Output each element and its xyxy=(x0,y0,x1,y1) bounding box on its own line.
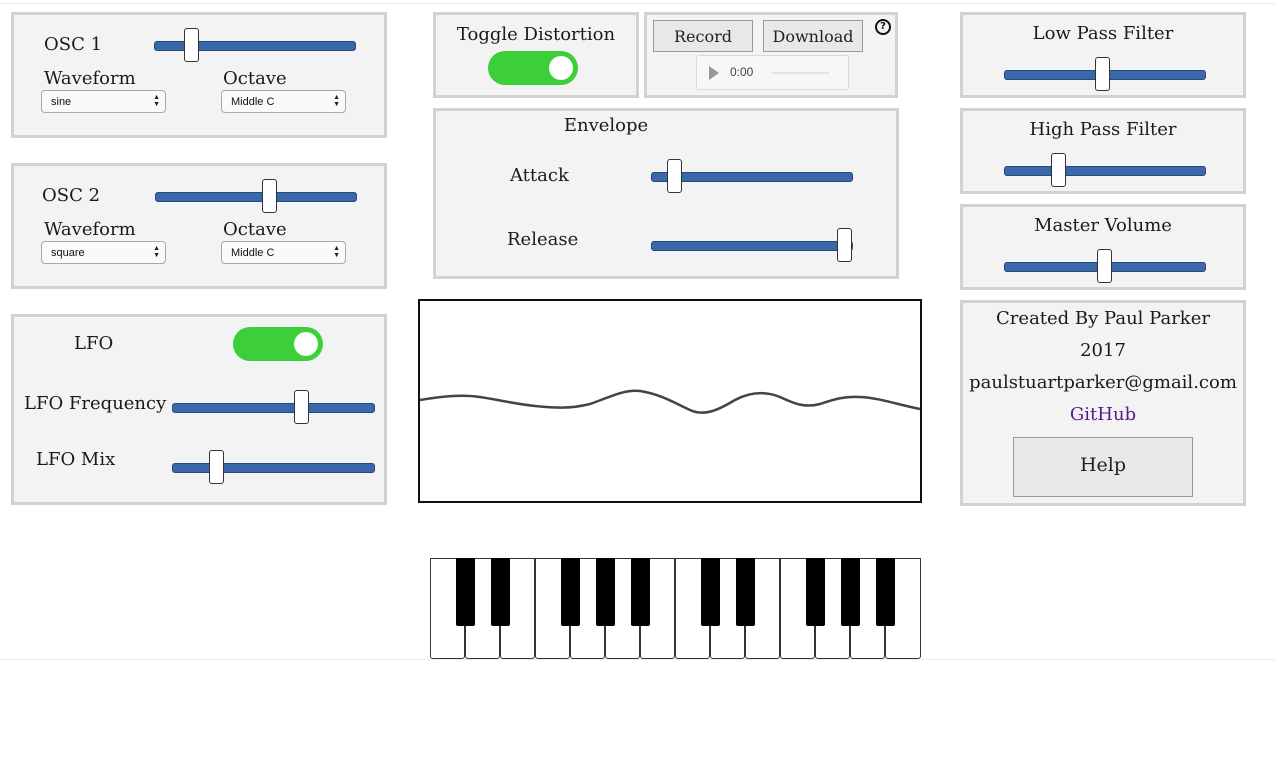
record-button-label: Record xyxy=(674,27,732,46)
select-arrows-icon: ▲ ▼ xyxy=(153,245,160,259)
osc2-slider[interactable] xyxy=(155,179,357,213)
select-arrows-icon: ▲ ▼ xyxy=(333,245,340,259)
osc1-panel: OSC 1 Waveform Octave sine ▲ ▼ Middle C ▲… xyxy=(11,12,387,138)
help-button[interactable]: Help xyxy=(1013,437,1193,497)
piano-black-key[interactable] xyxy=(701,558,720,626)
piano-black-key[interactable] xyxy=(456,558,475,626)
play-icon[interactable] xyxy=(709,66,719,80)
release-slider-track xyxy=(651,241,853,251)
osc2-waveform-select[interactable]: square ▲ ▼ xyxy=(41,241,166,264)
lfo-frequency-thumb[interactable] xyxy=(293,390,309,424)
help-icon-symbol: ? xyxy=(880,21,886,32)
github-link[interactable]: GitHub xyxy=(1070,404,1136,425)
master-volume-slider[interactable] xyxy=(1004,249,1206,283)
osc1-waveform-value: sine xyxy=(51,96,72,108)
osc1-octave-select[interactable]: Middle C ▲ ▼ xyxy=(221,90,346,113)
lfo-mix-slider[interactable] xyxy=(172,450,375,484)
release-label: Release xyxy=(507,229,579,250)
select-arrows-icon: ▲ ▼ xyxy=(333,94,340,108)
lfo-toggle-knob xyxy=(294,332,318,356)
piano-black-key[interactable] xyxy=(806,558,825,626)
lfo-frequency-label: LFO Frequency xyxy=(24,393,167,414)
lfo-mix-label: LFO Mix xyxy=(36,449,116,470)
low-pass-label: Low Pass Filter xyxy=(1032,23,1174,44)
download-button-label: Download xyxy=(772,27,854,46)
waveform-line xyxy=(420,389,920,414)
osc2-waveform-value: square xyxy=(51,247,85,259)
credits-panel: Created By Paul Parker 2017 paulstuartpa… xyxy=(960,300,1246,506)
osc2-waveform-label: Waveform xyxy=(44,219,136,240)
distortion-toggle[interactable] xyxy=(488,51,578,85)
piano-black-key[interactable] xyxy=(631,558,650,626)
piano-black-key[interactable] xyxy=(561,558,580,626)
osc2-slider-thumb[interactable] xyxy=(262,179,278,213)
osc2-title: OSC 2 xyxy=(42,185,101,206)
master-volume-panel: Master Volume xyxy=(960,204,1246,290)
envelope-title: Envelope xyxy=(563,115,649,136)
attack-slider[interactable] xyxy=(651,159,853,193)
lfo-mix-thumb[interactable] xyxy=(208,450,224,484)
piano-black-key[interactable] xyxy=(736,558,755,626)
piano-black-key[interactable] xyxy=(596,558,615,626)
credits-email: paulstuartparker@gmail.com xyxy=(969,372,1237,393)
low-pass-panel: Low Pass Filter xyxy=(960,12,1246,98)
piano-black-key[interactable] xyxy=(491,558,510,626)
question-circle-icon[interactable]: ? xyxy=(875,19,891,35)
osc2-octave-label: Octave xyxy=(223,219,287,240)
low-pass-thumb[interactable] xyxy=(1094,57,1110,91)
envelope-panel: Envelope Attack Release xyxy=(433,108,899,279)
waveform-visualizer xyxy=(418,299,922,503)
audio-player[interactable]: 0:00 xyxy=(696,55,849,90)
piano-keyboard xyxy=(430,558,921,660)
lfo-frequency-slider[interactable] xyxy=(172,390,375,424)
master-volume-label: Master Volume xyxy=(1034,215,1172,236)
lfo-title: LFO xyxy=(74,333,114,354)
lfo-toggle[interactable] xyxy=(233,327,323,361)
high-pass-track xyxy=(1004,166,1206,176)
high-pass-thumb[interactable] xyxy=(1050,153,1066,187)
page-divider xyxy=(0,659,1275,660)
osc2-octave-value: Middle C xyxy=(231,247,275,259)
attack-slider-thumb[interactable] xyxy=(667,159,683,193)
low-pass-slider[interactable] xyxy=(1004,57,1206,91)
credits-author: Created By Paul Parker xyxy=(996,308,1210,329)
lfo-mix-track xyxy=(172,463,375,473)
release-slider-thumb[interactable] xyxy=(836,228,852,262)
record-button[interactable]: Record xyxy=(653,20,753,52)
osc1-octave-value: Middle C xyxy=(231,96,275,108)
osc1-slider-thumb[interactable] xyxy=(184,28,200,62)
osc2-panel: OSC 2 Waveform Octave square ▲ ▼ Middle C… xyxy=(11,163,387,289)
osc2-octave-select[interactable]: Middle C ▲ ▼ xyxy=(221,241,346,264)
download-button[interactable]: Download xyxy=(763,20,863,52)
osc1-octave-label: Octave xyxy=(223,68,287,89)
help-button-label: Help xyxy=(1079,454,1127,476)
distortion-toggle-knob xyxy=(549,56,573,80)
osc1-waveform-select[interactable]: sine ▲ ▼ xyxy=(41,90,166,113)
high-pass-label: High Pass Filter xyxy=(1029,119,1177,140)
audio-progress-bar[interactable] xyxy=(772,72,829,74)
distortion-label: Toggle Distortion xyxy=(456,24,616,45)
piano-black-key[interactable] xyxy=(876,558,895,626)
osc2-slider-track xyxy=(155,192,357,202)
distortion-panel: Toggle Distortion xyxy=(433,12,639,98)
recorder-panel: Record Download ? 0:00 xyxy=(644,12,898,98)
osc1-title: OSC 1 xyxy=(44,34,103,55)
master-volume-thumb[interactable] xyxy=(1097,249,1112,283)
audio-time: 0:00 xyxy=(730,65,754,79)
attack-label: Attack xyxy=(510,165,569,186)
credits-year: 2017 xyxy=(1080,340,1126,361)
page-divider xyxy=(0,3,1275,4)
osc1-slider[interactable] xyxy=(154,28,356,62)
lfo-frequency-track xyxy=(172,403,375,413)
lfo-panel: LFO LFO Frequency LFO Mix xyxy=(11,314,387,505)
release-slider[interactable] xyxy=(651,228,853,262)
piano-black-key[interactable] xyxy=(841,558,860,626)
high-pass-panel: High Pass Filter xyxy=(960,108,1246,194)
high-pass-slider[interactable] xyxy=(1004,153,1206,187)
select-arrows-icon: ▲ ▼ xyxy=(153,94,160,108)
osc1-waveform-label: Waveform xyxy=(44,68,136,89)
